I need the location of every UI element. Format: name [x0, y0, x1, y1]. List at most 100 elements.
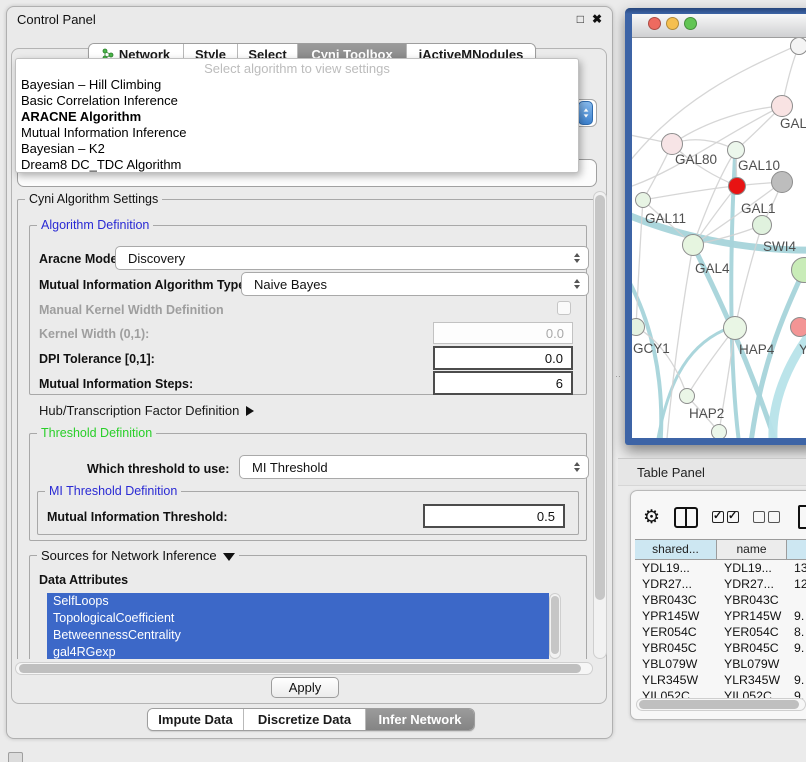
table-cell: YBR043C [717, 592, 787, 608]
table-row[interactable]: YPR145WYPR145W9. [635, 608, 806, 624]
node-label-gal10: GAL10 [738, 158, 780, 173]
deselect-all-checkboxes-icon[interactable] [753, 511, 780, 523]
tab-label: Discretize Data [258, 712, 351, 727]
combobox-stepper-focused[interactable] [578, 101, 593, 125]
network-edge [632, 276, 661, 438]
apply-button[interactable]: Apply [271, 677, 339, 698]
algorithm-dropdown: Select algorithm to view settings Bayesi… [15, 58, 579, 173]
node-gal11[interactable] [635, 192, 651, 208]
table-cell: YBR045C [635, 640, 717, 656]
table-row[interactable]: YDL19...YDL19...13 [635, 560, 806, 576]
node-unlabeled[interactable] [771, 171, 793, 193]
network-edge [672, 106, 782, 144]
settings-vertical-scrollbar[interactable] [593, 191, 607, 659]
network-view-window: GALGAL80GAL10GAL1SWI4GAL11GAL4GCY1HAP4YH… [625, 8, 806, 445]
close-window-icon[interactable]: ✖ [592, 12, 602, 26]
algorithm-item-aracne-algorithm[interactable]: ARACNE Algorithm [16, 109, 578, 125]
algorithm-list: Bayesian – Hill ClimbingBasic Correlatio… [16, 77, 578, 173]
export-table-icon[interactable] [798, 505, 806, 529]
attribute-item-gal4rgexp[interactable]: gal4RGexp [47, 644, 549, 659]
network-canvas[interactable]: GALGAL80GAL10GAL1SWI4GAL11GAL4GCY1HAP4YH… [632, 38, 806, 438]
table-cell: YDR27... [717, 576, 787, 592]
dpi-tolerance-label: DPI Tolerance [0,1]: [39, 352, 155, 366]
node-unlabeled[interactable] [790, 38, 806, 55]
unchecked-box-icon [768, 511, 780, 523]
algorithm-item-dream8-dc-tdc-algorithm[interactable]: Dream8 DC_TDC Algorithm [16, 157, 578, 173]
table-cell: YLR345W [717, 672, 787, 688]
column-header-2[interactable] [787, 540, 806, 559]
table-row[interactable]: YDR27...YDR27...12 [635, 576, 806, 592]
column-layout-icon[interactable] [674, 507, 698, 528]
hub-definition-toggle[interactable]: Hub/Transcription Factor Definition [39, 403, 254, 418]
attribute-item-selfloops[interactable]: SelfLoops [47, 593, 549, 610]
algorithm-item-mutual-information-inference[interactable]: Mutual Information Inference [16, 125, 578, 141]
combobox-stepper-icon [571, 273, 583, 295]
settings-horizontal-scrollbar[interactable] [15, 662, 593, 675]
node-gal1[interactable] [728, 177, 746, 195]
kernel-width-field[interactable]: 0.0 [433, 322, 573, 344]
table-row[interactable]: YBL079WYBL079W [635, 656, 806, 672]
table-row[interactable]: YBR045CYBR045C9. [635, 640, 806, 656]
algorithm-item-bayesian-k2[interactable]: Bayesian – K2 [16, 141, 578, 157]
table-cell: YBL079W [717, 656, 787, 672]
table-panel-window: ⚙ shared...name YDL19...YDL19...13YDR27.… [630, 490, 806, 720]
settings-scrollview: Cyni Algorithm Settings Algorithm Defini… [15, 191, 593, 659]
dpi-tolerance-field[interactable]: 0.0 [433, 346, 573, 370]
zoom-light-icon[interactable] [684, 17, 697, 30]
algorithm-item-basic-correlation-inference[interactable]: Basic Correlation Inference [16, 93, 578, 109]
sources-toggle[interactable]: Sources for Network Inference [37, 548, 239, 563]
node-gal10[interactable] [727, 141, 745, 159]
algorithm-definition-title: Algorithm Definition [37, 218, 153, 232]
which-threshold-combobox[interactable]: MI Threshold [239, 455, 589, 479]
table-row[interactable]: YLR345WYLR345W9. [635, 672, 806, 688]
panel-splitter-grip[interactable]: ·· [615, 371, 623, 381]
mi-steps-field[interactable]: 6 [433, 371, 573, 395]
tab-impute-data[interactable]: Impute Data [148, 709, 244, 730]
aracne-mode-combobox[interactable]: Discovery [115, 246, 589, 270]
mi-threshold-field[interactable]: 0.5 [423, 504, 565, 528]
control-panel-window: Control Panel □ ✖ NetworkStyleSelectCyni… [6, 6, 613, 739]
node-y[interactable] [790, 317, 806, 337]
close-light-icon[interactable] [648, 17, 661, 30]
table-row[interactable]: YBR043CYBR043C [635, 592, 806, 608]
node-gal4[interactable] [682, 234, 704, 256]
table-horizontal-scrollbar[interactable] [636, 698, 806, 711]
manual-kernel-checkbox[interactable] [557, 301, 571, 315]
float-window-icon[interactable]: □ [577, 12, 584, 26]
attributes-scrollbar[interactable] [549, 593, 561, 659]
algorithm-item-bayesian-hill-climbing[interactable]: Bayesian – Hill Climbing [16, 77, 578, 93]
desktop-corner-widget[interactable] [8, 752, 23, 762]
minimize-light-icon[interactable] [666, 17, 679, 30]
node-swi4[interactable] [752, 215, 772, 235]
network-window-titlebar[interactable] [632, 14, 806, 38]
checked-box-icon [712, 511, 724, 523]
scrollbar-thumb[interactable] [595, 195, 605, 600]
checked-box-icon [727, 511, 739, 523]
node-hap4[interactable] [723, 316, 747, 340]
attribute-item-topologicalcoefficient[interactable]: TopologicalCoefficient [47, 610, 549, 627]
table-cell: YDL19... [635, 560, 717, 576]
attribute-item-betweennesscentrality[interactable]: BetweennessCentrality [47, 627, 549, 644]
scrollbar-thumb[interactable] [19, 664, 581, 673]
node-hap2[interactable] [679, 388, 695, 404]
table-row[interactable]: YER054CYER054C8. [635, 624, 806, 640]
tab-discretize-data[interactable]: Discretize Data [244, 709, 366, 730]
column-header-shared[interactable]: shared... [635, 540, 717, 559]
tab-label: Infer Network [378, 712, 461, 727]
node-label-hap4: HAP4 [739, 342, 774, 357]
table-panel-title: Table Panel [637, 465, 705, 480]
mi-steps-value: 6 [556, 376, 563, 391]
table-header-row: shared...name [635, 539, 806, 560]
column-header-name[interactable]: name [717, 540, 787, 559]
mi-threshold-title: MI Threshold Definition [45, 484, 181, 498]
hub-definition-label: Hub/Transcription Factor Definition [39, 403, 239, 418]
select-all-checkboxes-icon[interactable] [712, 511, 739, 523]
mi-type-combobox[interactable]: Naive Bayes [241, 272, 589, 296]
tab-infer-network[interactable]: Infer Network [366, 709, 474, 730]
scrollbar-thumb[interactable] [639, 700, 799, 709]
scrollbar-thumb[interactable] [551, 596, 559, 654]
network-edge [731, 156, 740, 438]
gear-icon[interactable]: ⚙ [643, 506, 660, 529]
node-gal[interactable] [771, 95, 793, 117]
node-unlabeled[interactable] [711, 424, 727, 438]
